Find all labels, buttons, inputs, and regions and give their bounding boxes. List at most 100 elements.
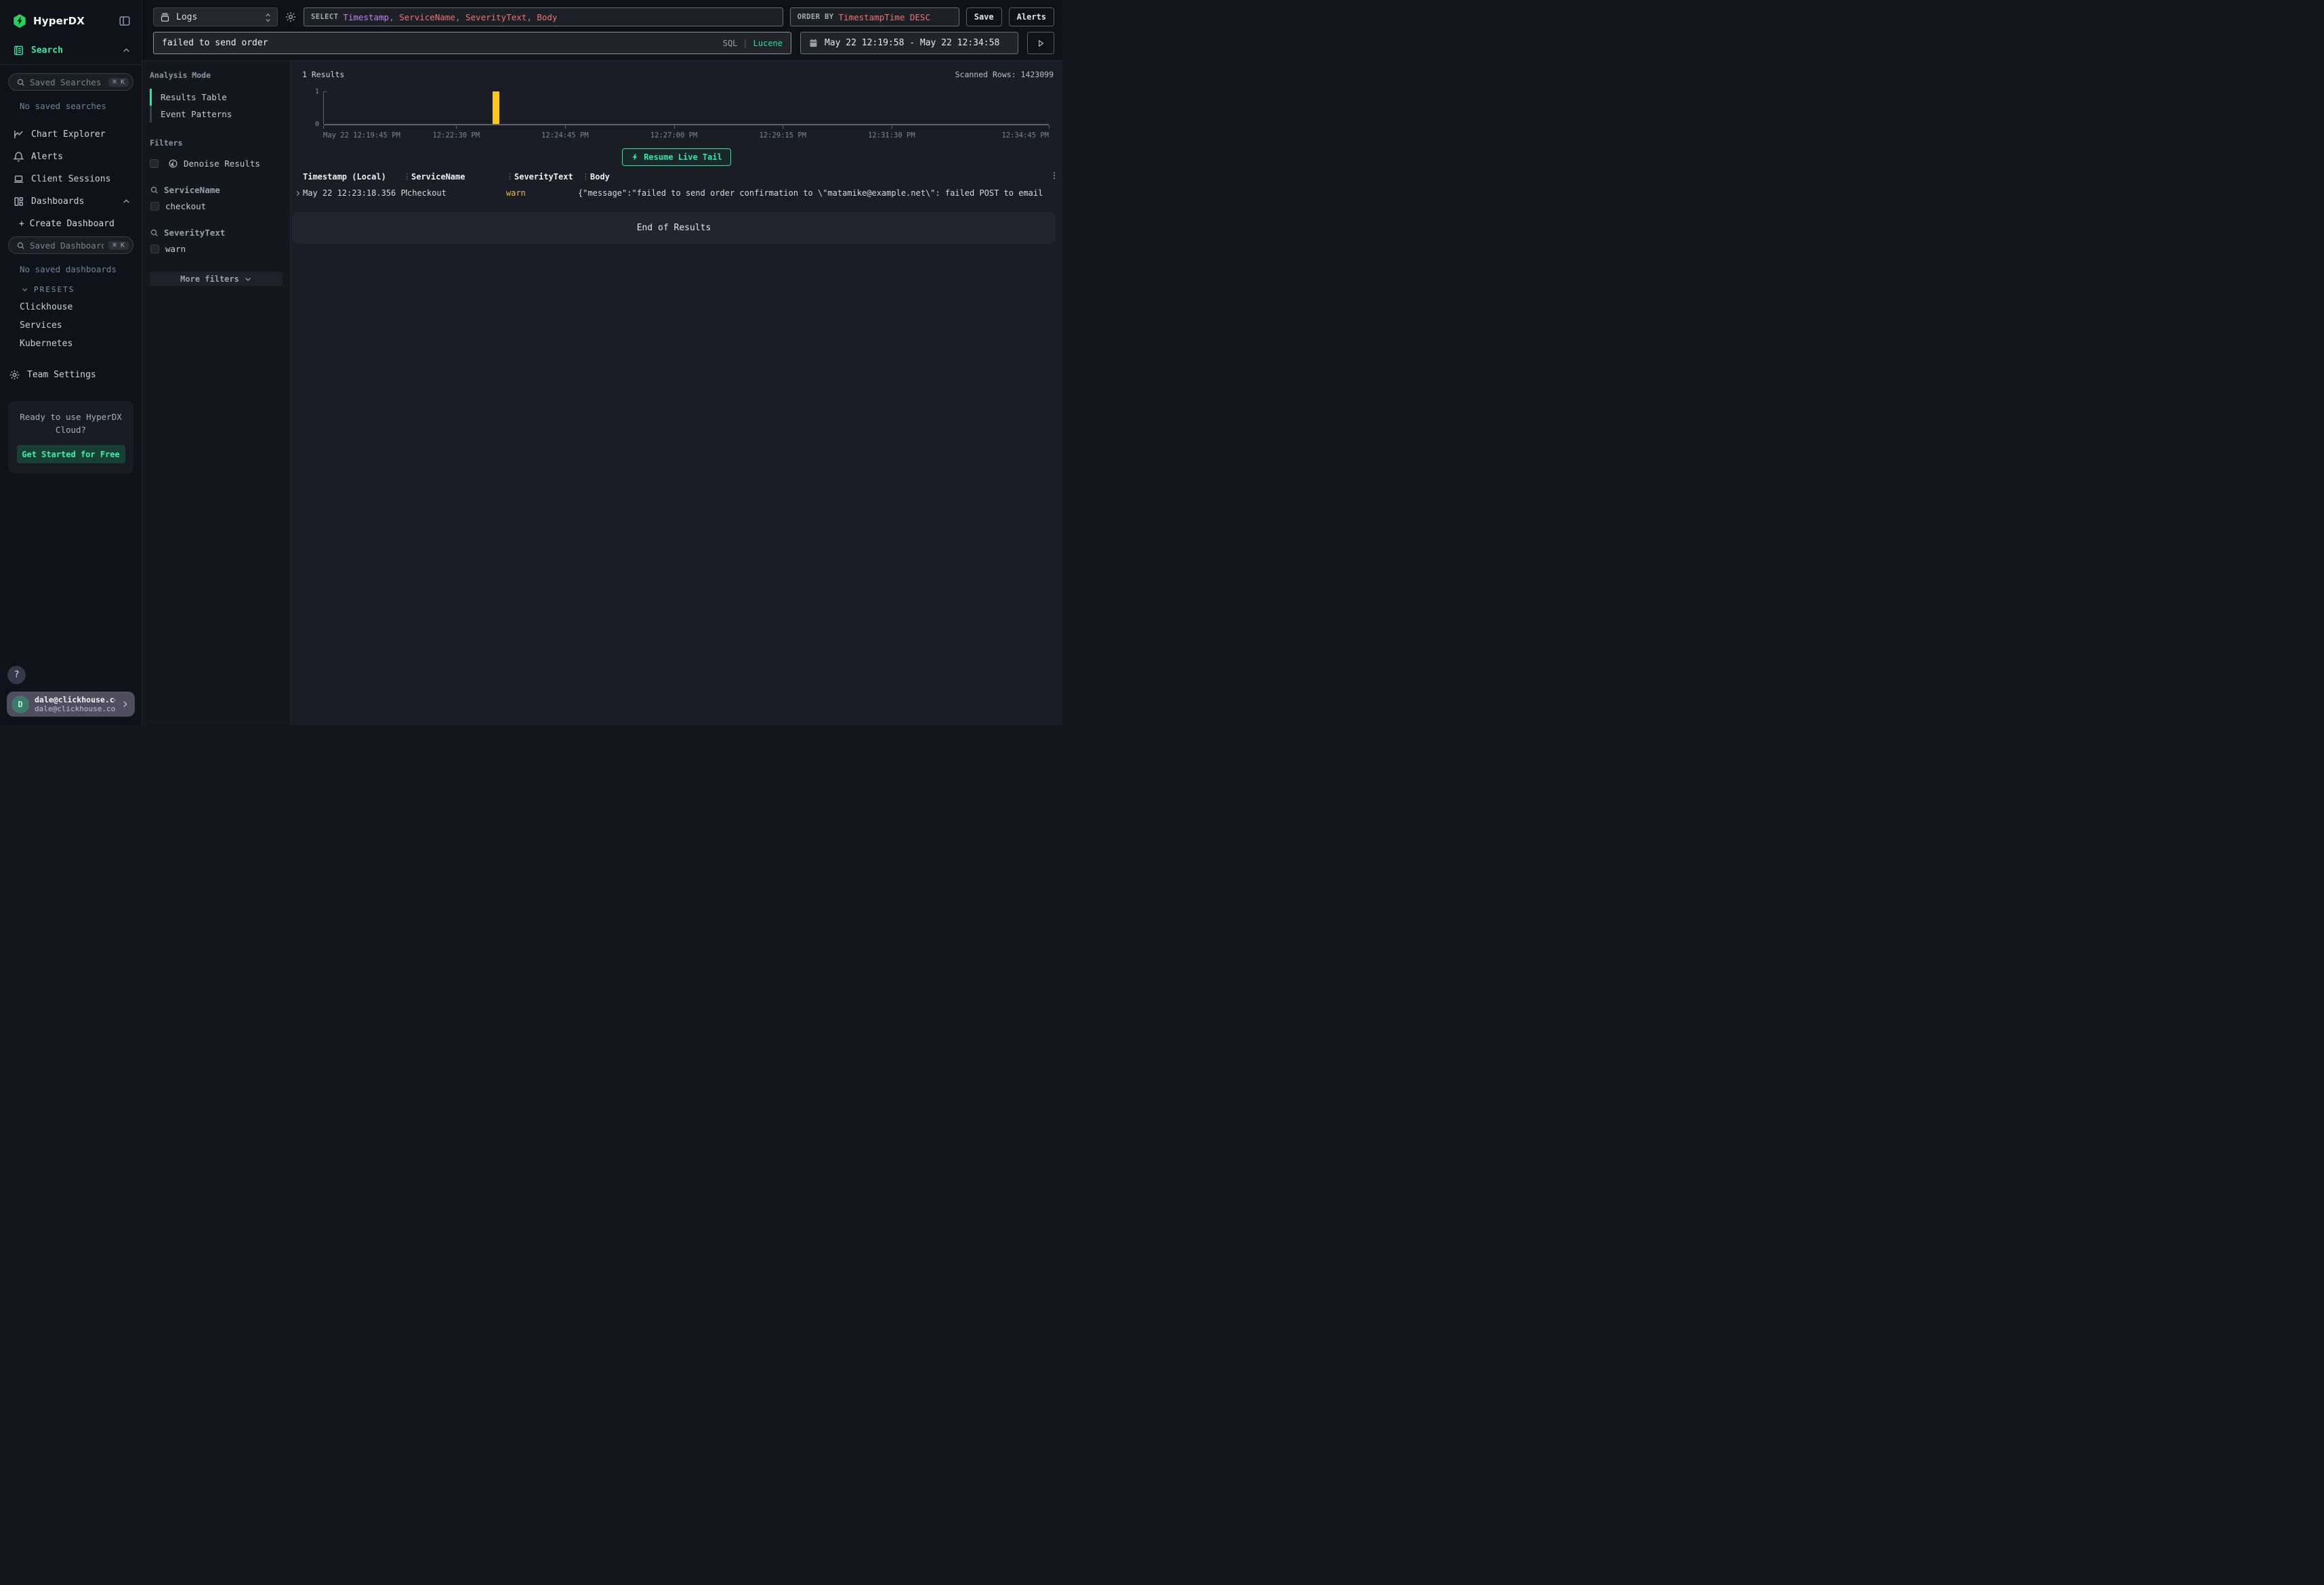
denoise-checkbox[interactable] [150,159,159,168]
select-col-servicename: ServiceName [399,12,455,22]
denoise-label: Denoise Results [184,158,260,169]
col-header-severitytext[interactable]: SeverityText [514,172,586,182]
sidebar-item-dashboards[interactable]: Dashboards [0,190,142,213]
search-query-input[interactable]: failed to send order SQL | Lucene [153,32,791,54]
filter-value-warn[interactable]: warn [150,244,283,254]
search-icon [16,78,25,87]
source-select-value: Logs [176,12,257,22]
create-dashboard-button[interactable]: + Create Dashboard [0,213,142,235]
histogram-bar[interactable] [493,91,499,124]
table-row[interactable]: May 22 12:23:18.356 PM checkout warn {"m… [291,185,1062,201]
filters-label: Filters [150,138,283,148]
sidebar-item-chart-explorer[interactable]: Chart Explorer [0,123,142,146]
mode-divider: | [743,39,747,48]
x-tick-label: 12:27:00 PM [650,131,698,140]
x-tick-label: 12:34:45 PM [1001,131,1049,140]
cloud-promo-card: Ready to use HyperDX Cloud? Get Started … [8,401,133,473]
help-button[interactable]: ? [7,666,26,684]
sidebar-item-team-settings[interactable]: Team Settings [0,364,142,386]
select-columns-input[interactable]: SELECT Timestamp, ServiceName, SeverityT… [304,7,783,26]
results-table: Timestamp (Local) ⋮ ServiceName ⋮ Severi… [291,168,1062,201]
preset-kubernetes[interactable]: Kubernetes [0,335,142,353]
search-icon [150,228,159,237]
user-menu[interactable]: D dale@clickhouse.com dale@clickhouse.co… [7,692,135,717]
filter-value-checkout[interactable]: checkout [150,201,283,211]
filter-group-name: ServiceName [164,185,220,195]
col-header-servicename[interactable]: ServiceName [411,172,510,182]
col-header-timestamp[interactable]: Timestamp (Local) [303,172,407,182]
cloud-promo-text: Ready to use HyperDX Cloud? [16,410,125,436]
divider [0,64,142,65]
saved-dashboards-placeholder: Saved Dashboards [30,240,104,251]
save-button[interactable]: Save [966,7,1002,26]
filters-panel: Analysis Mode Results Table Event Patter… [142,61,291,725]
sidebar: HyperDX Search Saved Searches ⌘ K No sav… [0,0,142,725]
x-tick-label: 12:24:45 PM [541,131,589,140]
analysis-mode-event-patterns[interactable]: Event Patterns [150,106,283,123]
column-separator[interactable]: ⋮ [582,172,590,181]
x-tick-label: 12:29:15 PM [759,131,806,140]
no-saved-dashboards-text: No saved dashboards [0,258,142,280]
saved-searches-input[interactable]: Saved Searches ⌘ K [8,73,133,91]
time-range-picker[interactable]: May 22 12:19:58 - May 22 12:34:58 [800,32,1018,54]
denoise-results-toggle[interactable]: Denoise Results [150,158,283,169]
analysis-mode-results-table[interactable]: Results Table [150,89,283,106]
y-tick-1: 1 [315,88,319,96]
sidebar-item-label: Alerts [31,152,63,162]
get-started-button[interactable]: Get Started for Free [17,445,125,463]
table-options-kebab-icon[interactable]: ⋮ [1050,171,1058,180]
checkout-checkbox[interactable] [150,202,159,211]
run-query-button[interactable] [1027,32,1054,54]
filter-group-severitytext[interactable]: SeverityText [150,228,283,238]
hyperdx-app: HyperDX Search Saved Searches ⌘ K No sav… [0,0,1062,725]
chevron-down-icon [244,275,252,283]
select-updown-icon [264,12,272,22]
column-separator[interactable]: ⋮ [506,172,514,181]
chevron-up-icon [122,46,131,55]
search-icon [16,241,25,250]
saved-searches-placeholder: Saved Searches [30,77,104,87]
chevron-right-icon [121,700,129,709]
sidebar-item-label: Dashboards [31,196,84,207]
source-settings-gear-icon[interactable] [285,11,297,23]
presets-toggle[interactable]: PRESETS [0,280,142,298]
hyperdx-logo-icon [12,14,27,28]
select-col-severitytext: SeverityText [465,12,526,22]
laptop-icon [13,173,24,185]
filter-group-servicename[interactable]: ServiceName [150,185,283,195]
sidebar-item-client-sessions[interactable]: Client Sessions [0,168,142,190]
sidebar-item-alerts[interactable]: Alerts [0,146,142,168]
chevron-down-icon [21,286,28,293]
search-icon [150,186,159,194]
presets-label: PRESETS [34,285,75,294]
order-by-input[interactable]: ORDER BY TimestampTime DESC [790,7,959,26]
y-tick-0: 0 [315,121,319,128]
x-tick-label: May 22 12:19:45 PM [323,131,400,140]
warn-checkbox[interactable] [150,245,159,253]
shortcut-badge: ⌘ K [108,78,129,87]
sidebar-item-search[interactable]: Search [0,39,142,62]
source-select[interactable]: Logs [153,7,278,26]
y-axis-cap [324,91,327,92]
expand-row-chevron-icon[interactable] [294,190,303,197]
saved-dashboards-input[interactable]: Saved Dashboards ⌘ K [8,236,133,254]
results-count: 1 Results [302,70,344,79]
select-keyword: SELECT [311,13,338,21]
column-separator[interactable]: ⋮ [403,172,411,181]
table-header: Timestamp (Local) ⋮ ServiceName ⋮ Severi… [291,168,1062,185]
x-tick-mark [323,125,324,129]
x-axis-line [324,124,1049,125]
col-header-body[interactable]: Body [590,172,1057,182]
logo-row: HyperDX [0,0,142,39]
more-filters-button[interactable]: More filters [150,272,283,286]
no-saved-searches-text: No saved searches [0,95,142,117]
lucene-mode-toggle[interactable]: Lucene [753,39,783,48]
x-tick-label: 12:22:30 PM [433,131,480,140]
x-tick-mark [1049,125,1050,129]
preset-clickhouse[interactable]: Clickhouse [0,298,142,316]
preset-services[interactable]: Services [0,316,142,335]
collapse-sidebar-icon[interactable] [119,15,131,27]
resume-live-tail-button[interactable]: Resume Live Tail [622,148,731,166]
sql-mode-toggle[interactable]: SQL [723,39,738,48]
alerts-button[interactable]: Alerts [1009,7,1054,26]
